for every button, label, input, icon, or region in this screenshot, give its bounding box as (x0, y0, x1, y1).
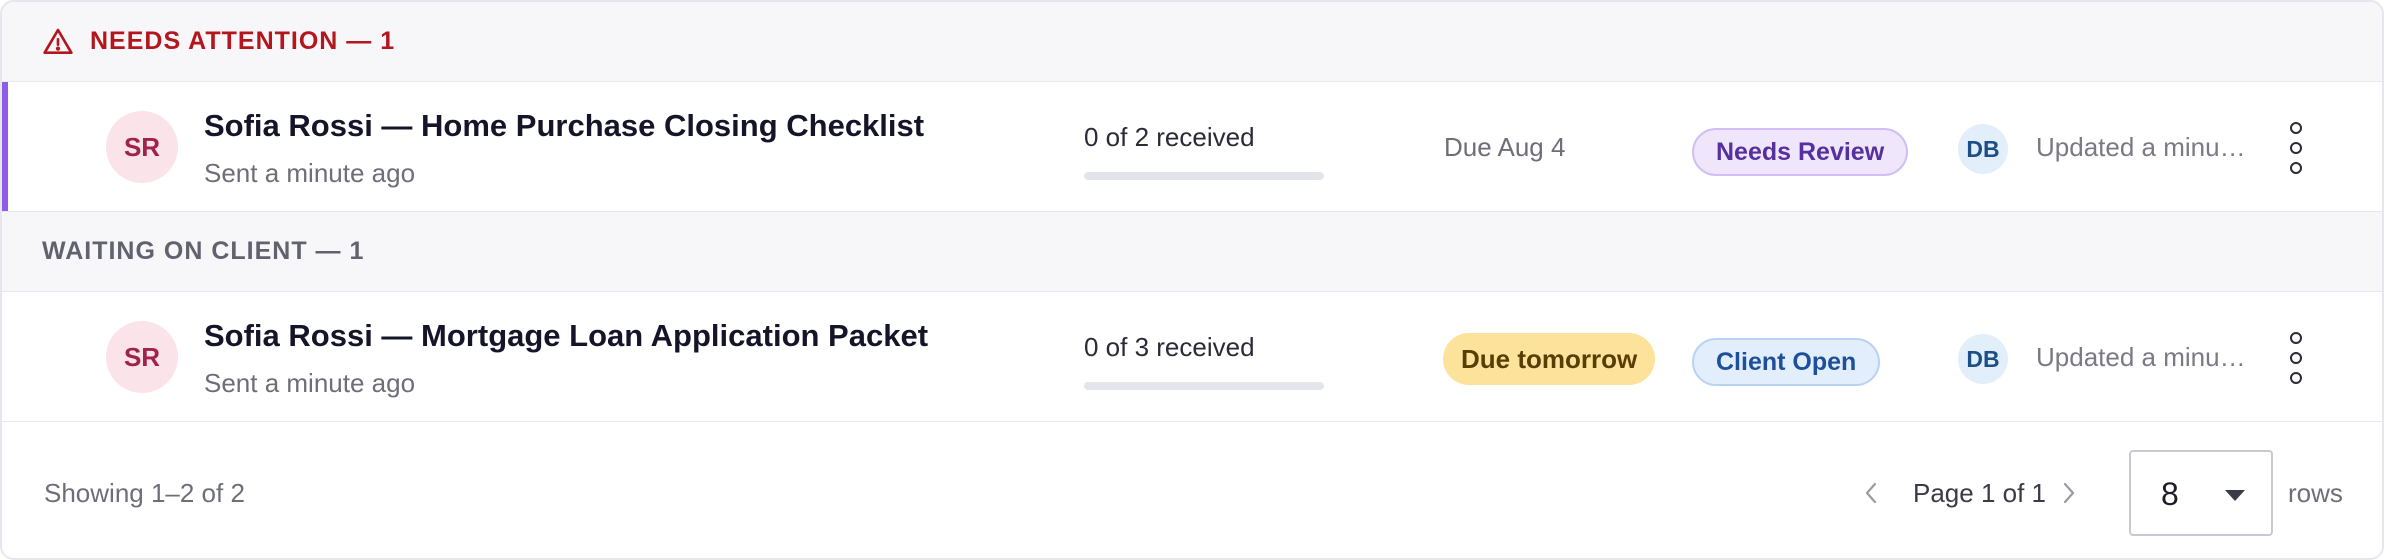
updated-time: Updated a minute ago (2036, 342, 2246, 372)
group-header-needs-attention[interactable]: NEEDS ATTENTION — 1 (2, 2, 2382, 82)
request-sent-time: Sent a minute ago (204, 368, 416, 398)
request-title[interactable]: Sofia Rossi — Home Purchase Closing Chec… (204, 108, 924, 144)
status-badge: Client Open (1692, 338, 1881, 386)
group-header-waiting-on-client[interactable]: WAITING ON CLIENT — 1 (2, 212, 2382, 292)
updated-time: Updated a minute ago (2036, 132, 2246, 162)
more-vertical-icon[interactable] (2282, 120, 2310, 176)
table-row[interactable]: SR Sofia Rossi — Home Purchase Closing C… (2, 82, 2382, 212)
document-request-list: NEEDS ATTENTION — 1 SR Sofia Rossi — Hom… (0, 0, 2384, 560)
assignee-avatar: DB (1958, 124, 2008, 174)
chevron-right-icon[interactable] (2054, 478, 2084, 508)
group-label: NEEDS ATTENTION — 1 (90, 27, 396, 55)
warning-triangle-icon (42, 26, 74, 58)
showing-count: Showing 1–2 of 2 (44, 478, 245, 508)
table-row[interactable]: SR Sofia Rossi — Mortgage Loan Applicati… (2, 292, 2382, 422)
group-label: WAITING ON CLIENT — 1 (42, 237, 365, 265)
page-indicator: Page 1 of 1 (1913, 478, 2046, 508)
rows-per-page-value: 8 (2161, 476, 2179, 512)
caret-down-icon (2225, 490, 2245, 501)
assignee-avatar: DB (1958, 334, 2008, 384)
progress-count: 0 of 2 received (1084, 122, 1255, 152)
rows-label: rows (2288, 478, 2343, 508)
progress-bar (1084, 382, 1324, 390)
rows-per-page-select[interactable]: 8 (2129, 450, 2273, 536)
status-badge: Needs Review (1692, 128, 1909, 176)
row-accent-bar (2, 82, 8, 211)
request-sent-time: Sent a minute ago (204, 158, 416, 188)
request-title[interactable]: Sofia Rossi — Mortgage Loan Application … (204, 318, 928, 354)
due-date: Due Aug 4 (1444, 132, 1566, 162)
avatar: SR (106, 111, 178, 183)
chevron-left-icon[interactable] (1856, 478, 1886, 508)
progress-bar (1084, 172, 1324, 180)
progress-count: 0 of 3 received (1084, 332, 1255, 362)
avatar: SR (106, 321, 178, 393)
pagination-footer: Showing 1–2 of 2 Page 1 of 1 8 rows (2, 422, 2382, 558)
due-soon-badge: Due tomorrow (1443, 333, 1656, 385)
more-vertical-icon[interactable] (2282, 330, 2310, 386)
